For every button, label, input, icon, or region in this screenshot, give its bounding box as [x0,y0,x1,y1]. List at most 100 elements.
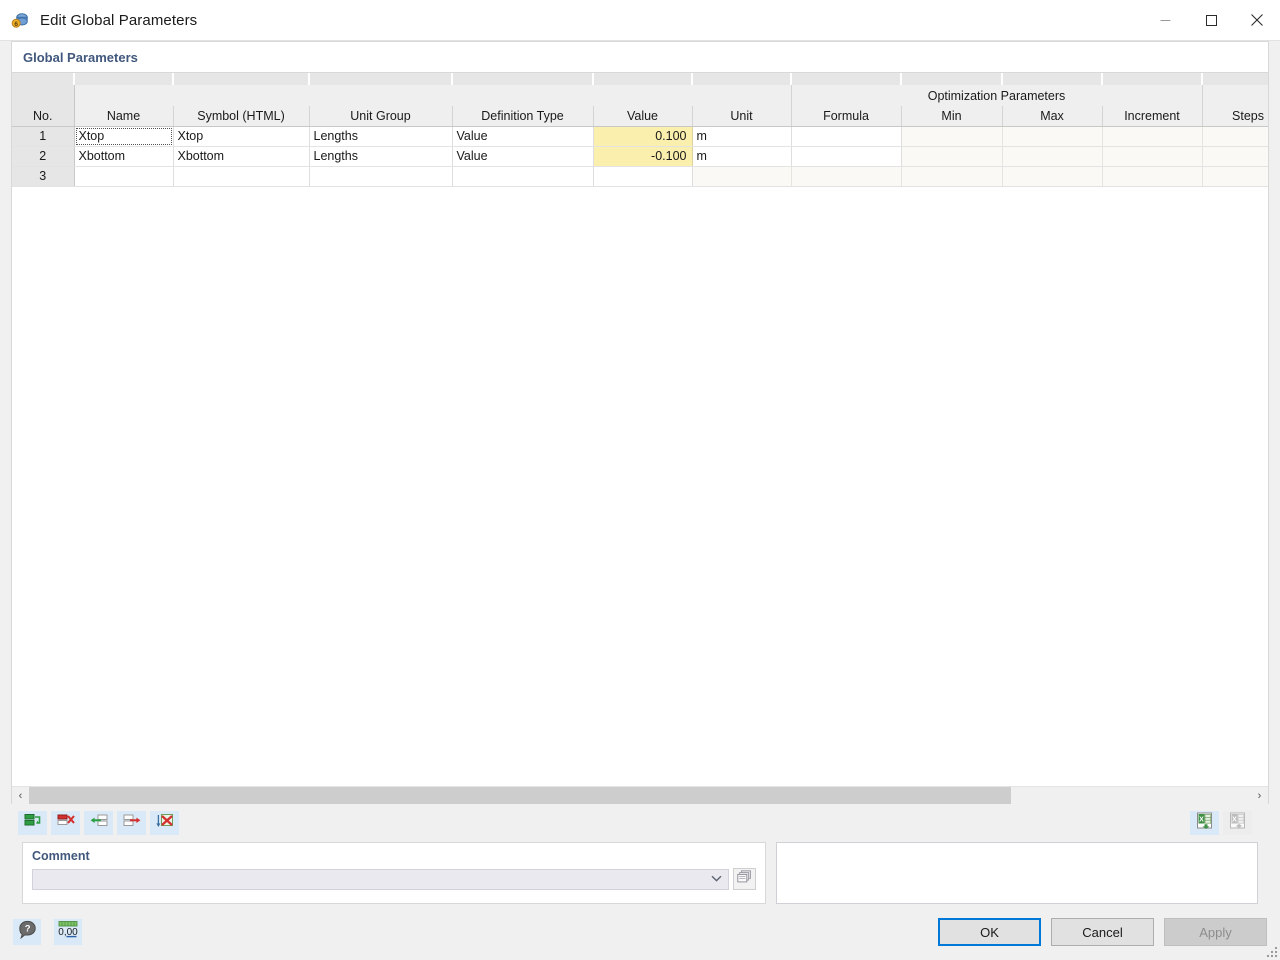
column-header-name[interactable]: Name [74,106,173,126]
cell-steps[interactable] [1202,166,1268,186]
cancel-button[interactable]: Cancel [1051,918,1154,946]
cell-value[interactable]: -0.100 [593,146,692,166]
cell-min[interactable] [901,126,1002,146]
column-header-value[interactable]: Value [593,106,692,126]
cell-steps[interactable] [1202,126,1268,146]
cell-increment[interactable] [1102,126,1202,146]
toolbar-right-buttons: X X [1190,811,1256,835]
scroll-right-arrow-icon[interactable]: › [1251,787,1268,804]
strip-cell[interactable] [901,73,1002,85]
resize-grip[interactable] [1265,945,1277,957]
column-header-formula[interactable]: Formula [791,106,901,126]
scrollbar-track[interactable] [29,787,1251,804]
strip-corner [12,73,74,85]
comment-library-button[interactable] [733,868,756,890]
group-header-blank [1202,85,1268,106]
help-button[interactable]: ? [13,919,41,945]
delete-all-icon [156,813,174,834]
cell-name[interactable]: Xtop [74,126,173,146]
cell-max[interactable] [1002,126,1102,146]
decimal-places-button[interactable]: 0,00 [54,919,82,945]
row-number: 2 [12,146,74,166]
cell-unit[interactable]: m [692,146,791,166]
decimal-places-icon: 0,00 [57,920,79,945]
cell-symbol[interactable]: Xtop [173,126,309,146]
table-header-row: No. Name Symbol (HTML) Unit Group Defini… [12,106,1268,126]
cell-definition-type[interactable] [452,166,593,186]
delete-parameter-button[interactable] [51,811,80,835]
column-header-steps[interactable]: Steps [1202,106,1268,126]
column-header-definition-type[interactable]: Definition Type [452,106,593,126]
comment-combobox[interactable] [32,869,729,890]
cell-unit[interactable]: m [692,126,791,146]
maximize-button[interactable] [1188,0,1234,40]
cell-value[interactable]: 0.100 [593,126,692,146]
scrollbar-thumb[interactable] [29,787,1011,804]
strip-cell[interactable] [1002,73,1102,85]
column-header-min[interactable]: Min [901,106,1002,126]
horizontal-scrollbar[interactable]: ‹ › [12,786,1268,804]
svg-text:6: 6 [14,21,18,28]
cell-max[interactable] [1002,166,1102,186]
dialog-buttons: OK Cancel Apply [938,918,1267,946]
cell-definition-type[interactable]: Value [452,146,593,166]
global-parameters-icon: 6 [9,9,31,31]
chevron-down-icon[interactable] [711,874,722,885]
cell-name[interactable]: Xbottom [74,146,173,166]
excel-export-icon: X [1228,812,1247,835]
cell-formula[interactable] [791,126,901,146]
move-left-button[interactable] [84,811,113,835]
ok-button[interactable]: OK [938,918,1041,946]
cell-symbol[interactable]: Xbottom [173,146,309,166]
scroll-left-arrow-icon[interactable]: ‹ [12,787,29,804]
dialog-footer: ? 0,00 OK Cancel Apply [0,904,1280,960]
strip-cell[interactable] [74,73,173,85]
title-bar: 6 Edit Global Parameters [0,0,1280,41]
strip-cell[interactable] [1102,73,1202,85]
column-header-symbol[interactable]: Symbol (HTML) [173,106,309,126]
cell-increment[interactable] [1102,166,1202,186]
cell-steps[interactable] [1202,146,1268,166]
strip-cell[interactable] [1202,73,1268,85]
cell-unit-group[interactable] [309,166,452,186]
minimize-button[interactable] [1142,0,1188,40]
table-row: 1 Xtop Xtop Lengths Value 0.100 m [12,126,1268,146]
column-header-unit-group[interactable]: Unit Group [309,106,452,126]
cell-formula[interactable] [791,146,901,166]
dialog-body: Global Parameters [0,41,1280,904]
comment-row [32,868,756,890]
strip-cell[interactable] [309,73,452,85]
move-right-button[interactable] [117,811,146,835]
cell-name[interactable] [74,166,173,186]
table-empty-space [12,187,1268,787]
cell-unit-group[interactable]: Lengths [309,126,452,146]
cell-max[interactable] [1002,146,1102,166]
cell-min[interactable] [901,166,1002,186]
strip-cell[interactable] [791,73,901,85]
global-parameters-group: Global Parameters [11,41,1269,804]
preview-panel [776,842,1258,904]
new-parameter-button[interactable] [18,811,47,835]
close-button[interactable] [1234,0,1280,40]
strip-cell[interactable] [173,73,309,85]
strip-cell[interactable] [692,73,791,85]
cell-min[interactable] [901,146,1002,166]
cell-unit[interactable] [692,166,791,186]
column-header-increment[interactable]: Increment [1102,106,1202,126]
cell-definition-type[interactable]: Value [452,126,593,146]
cell-value[interactable] [593,166,692,186]
column-header-no[interactable]: No. [12,106,74,126]
cell-symbol[interactable] [173,166,309,186]
column-header-max[interactable]: Max [1002,106,1102,126]
window-controls [1142,0,1280,40]
import-excel-button[interactable]: X [1190,811,1219,835]
delete-all-button[interactable] [150,811,179,835]
cell-increment[interactable] [1102,146,1202,166]
cell-unit-group[interactable]: Lengths [309,146,452,166]
strip-cell[interactable] [452,73,593,85]
group-title: Global Parameters [12,42,1268,72]
parameters-table-area: Optimization Parameters No. Name Symbol … [12,72,1268,786]
column-header-unit[interactable]: Unit [692,106,791,126]
strip-cell[interactable] [593,73,692,85]
cell-formula[interactable] [791,166,901,186]
